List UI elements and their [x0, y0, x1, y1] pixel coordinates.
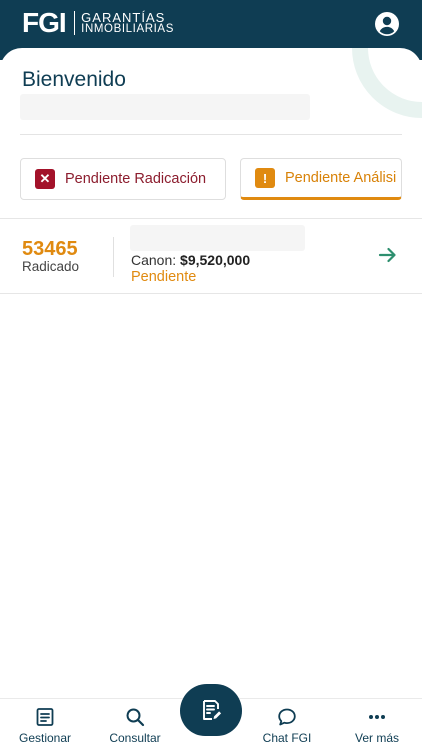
main-content: Bienvenido ✕ Pendiente Radicación ! Pend…: [0, 48, 422, 698]
brand-mark: FGI: [22, 7, 67, 38]
logo-separator: [73, 11, 76, 35]
decorative-ring: [352, 48, 422, 118]
divider: [20, 134, 402, 135]
record-canon: Canon: $9,520,000: [131, 252, 250, 268]
canon-value: $9,520,000: [180, 252, 251, 268]
user-name-placeholder: [20, 94, 310, 120]
nav-chat-fgi[interactable]: Chat FGI: [245, 699, 329, 750]
nav-gestionar[interactable]: Gestionar: [3, 699, 87, 750]
nav-label: Gestionar: [18, 731, 72, 745]
list-item[interactable]: 53465 Radicado Canon: $9,520,000 Pendien…: [0, 219, 422, 294]
chat-icon: [278, 708, 296, 726]
more-dots-icon: [369, 715, 385, 719]
brand-text: GARANTÍAS INMOBILIARIAS: [81, 11, 174, 35]
document-list-icon: [36, 708, 54, 726]
record-number: 53465: [22, 238, 78, 260]
filter-tabs: ✕ Pendiente Radicación ! Pendiente Análi…: [20, 158, 422, 202]
brand-line2: INMOBILIARIAS: [81, 23, 174, 35]
record-status: Radicado: [22, 259, 80, 274]
welcome-heading: Bienvenido: [22, 68, 126, 91]
record-state: Pendiente: [131, 269, 197, 285]
filter-label: Pendiente Análisi: [285, 170, 397, 186]
new-request-button[interactable]: [180, 684, 242, 736]
account-icon[interactable]: [374, 11, 400, 37]
search-icon: [126, 708, 145, 727]
record-separator: [113, 237, 114, 277]
arrow-right-icon[interactable]: [378, 245, 398, 265]
canon-label: Canon:: [131, 252, 177, 268]
warning-icon: !: [255, 168, 275, 188]
filter-pendiente-radicacion[interactable]: ✕ Pendiente Radicación: [20, 158, 226, 200]
nav-label: Chat FGI: [262, 731, 312, 745]
nav-consultar[interactable]: Consultar: [93, 699, 177, 750]
brand-logo: FGI GARANTÍAS INMOBILIARIAS: [22, 9, 174, 37]
x-icon: ✕: [35, 169, 55, 189]
nav-ver-mas[interactable]: Ver más: [335, 699, 419, 750]
nav-label: Ver más: [354, 731, 399, 745]
filter-pendiente-analisis[interactable]: ! Pendiente Análisi: [240, 158, 402, 200]
document-edit-icon: [203, 700, 222, 720]
nav-label: Consultar: [109, 731, 161, 745]
record-name-placeholder: [130, 225, 305, 251]
filter-label: Pendiente Radicación: [65, 171, 207, 187]
